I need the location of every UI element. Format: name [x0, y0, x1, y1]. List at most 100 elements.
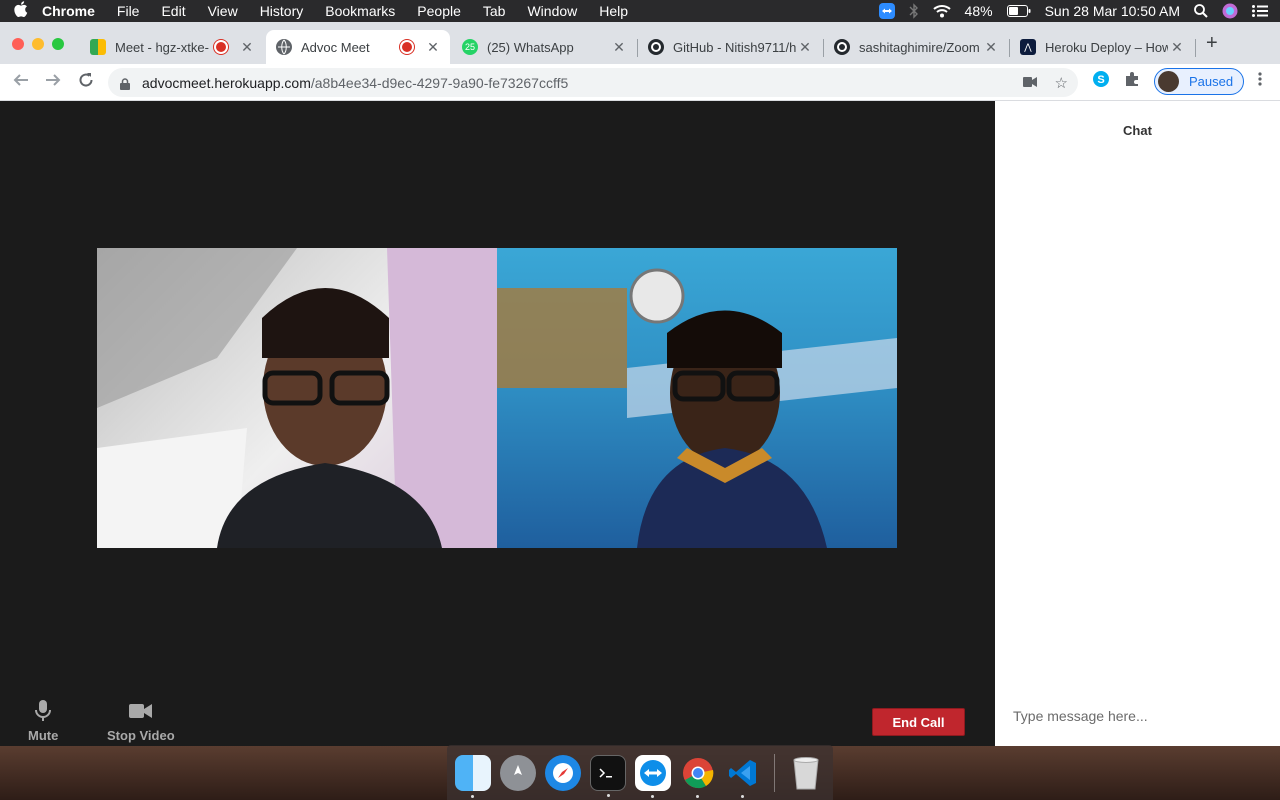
running-indicator [607, 793, 610, 797]
svg-text:S: S [1097, 74, 1104, 86]
menu-people[interactable]: People [406, 0, 472, 22]
menu-edit[interactable]: Edit [150, 0, 196, 22]
menu-bookmarks[interactable]: Bookmarks [314, 0, 406, 22]
chat-message-input[interactable] [995, 698, 1280, 734]
menubar-clock[interactable]: Sun 28 Mar 10:50 AM [1045, 3, 1180, 19]
finder-icon[interactable] [455, 754, 491, 798]
tab-title: sashitaghimire/Zoom [859, 39, 980, 55]
tab-whatsapp[interactable]: 25 (25) WhatsApp ✕ [452, 30, 636, 64]
recording-indicator-icon [216, 42, 226, 52]
chat-title: Chat [1123, 123, 1152, 138]
close-tab-icon[interactable]: ✕ [1168, 39, 1186, 56]
profile-status: Paused [1189, 74, 1234, 89]
mute-label: Mute [28, 728, 59, 743]
menu-file[interactable]: File [106, 0, 151, 22]
minimize-window-button[interactable] [32, 38, 44, 50]
tab-title: (25) WhatsApp [487, 39, 574, 55]
address-bar[interactable]: advocmeet.herokuapp.com /a8b4ee34-d9ec-4… [108, 68, 1078, 97]
recording-indicator-icon [402, 42, 412, 52]
chrome-icon[interactable] [680, 755, 716, 798]
browser-tab-strip: Meet - hgz-xtke- ✕ Advoc Meet ✕ 25 (25) … [0, 22, 1280, 64]
url-host: advocmeet.herokuapp.com [142, 74, 311, 91]
tab-github-nitish[interactable]: GitHub - Nitish9711/h ✕ [638, 30, 822, 64]
tab-google-meet[interactable]: Meet - hgz-xtke- ✕ [80, 30, 264, 64]
github-icon [834, 39, 850, 55]
stop-video-button[interactable]: Stop Video [107, 700, 175, 743]
apple-menu-icon[interactable] [0, 1, 42, 21]
terminal-icon[interactable] [590, 754, 626, 797]
trash-icon[interactable] [788, 755, 824, 791]
menu-view[interactable]: View [197, 0, 249, 22]
notification-center-icon[interactable] [1252, 5, 1268, 17]
github-icon [648, 39, 664, 55]
stop-video-label: Stop Video [107, 728, 175, 743]
extensions-puzzle-icon[interactable] [1124, 71, 1140, 92]
video-camera-icon [128, 700, 153, 722]
macos-dock [447, 745, 833, 800]
safari-icon[interactable] [545, 754, 581, 791]
end-call-button[interactable]: End Call [872, 708, 965, 736]
teamviewer-status-icon[interactable] [878, 3, 895, 19]
new-tab-icon[interactable]: + [1206, 32, 1218, 55]
whatsapp-icon: 25 [462, 39, 478, 55]
running-indicator [741, 794, 744, 798]
back-arrow-icon[interactable] [12, 71, 30, 94]
chat-panel: Chat [995, 101, 1280, 746]
skype-extension-icon[interactable]: S [1092, 70, 1110, 93]
menu-tab[interactable]: Tab [472, 0, 517, 22]
spotlight-search-icon[interactable] [1194, 4, 1208, 18]
dock-separator [774, 753, 775, 792]
launchpad-icon[interactable] [500, 754, 536, 791]
mute-button[interactable]: Mute [28, 700, 58, 743]
battery-percent: 48% [964, 3, 993, 19]
zoom-window-button[interactable] [52, 38, 64, 50]
vscode-icon[interactable] [725, 755, 761, 798]
video-stage: Mute Stop Video End Call [0, 101, 995, 746]
menu-app-chrome[interactable]: Chrome [42, 0, 106, 22]
close-tab-icon[interactable]: ✕ [982, 39, 1000, 56]
teamviewer-icon[interactable] [635, 754, 671, 798]
bookmark-star-icon[interactable]: ☆ [1055, 74, 1068, 92]
remote-video-feed [497, 248, 897, 548]
close-tab-icon[interactable]: ✕ [796, 39, 814, 56]
close-tab-icon[interactable]: ✕ [610, 39, 628, 56]
tab-heroku-deploy[interactable]: ⋀ Heroku Deploy – How ✕ [1010, 30, 1194, 64]
google-meet-icon [90, 39, 106, 55]
tab-title: Meet - hgz-xtke- [115, 39, 209, 55]
tab-title: GitHub - Nitish9711/h [673, 39, 796, 55]
tab-title: Advoc Meet [301, 39, 370, 55]
profile-button[interactable]: Paused [1154, 68, 1245, 95]
close-tab-icon[interactable]: ✕ [424, 39, 442, 56]
macos-menu-bar: Chrome File Edit View History Bookmarks … [0, 0, 1280, 22]
globe-icon [276, 39, 292, 55]
window-controls [12, 38, 64, 50]
running-indicator [696, 794, 699, 798]
lock-icon[interactable] [120, 77, 130, 90]
microphone-icon [34, 700, 52, 722]
tab-title: Heroku Deploy – How [1045, 39, 1168, 55]
bluetooth-icon[interactable] [909, 3, 919, 19]
camera-in-use-icon[interactable] [1022, 74, 1037, 92]
chrome-menu-icon[interactable] [1258, 71, 1262, 92]
reload-icon[interactable] [77, 71, 95, 94]
battery-icon[interactable] [1006, 5, 1031, 17]
tab-advoc-meet[interactable]: Advoc Meet ✕ [266, 30, 450, 64]
avatar [1158, 71, 1179, 92]
menu-history[interactable]: History [249, 0, 315, 22]
wifi-icon[interactable] [932, 4, 951, 18]
tab-separator [1195, 39, 1196, 57]
running-indicator [651, 794, 654, 798]
local-video-feed [97, 248, 497, 548]
menu-window[interactable]: Window [516, 0, 588, 22]
browser-toolbar: advocmeet.herokuapp.com /a8b4ee34-d9ec-4… [0, 64, 1280, 101]
heroku-icon: ⋀ [1020, 39, 1036, 55]
siri-icon[interactable] [1222, 3, 1238, 19]
forward-arrow-icon[interactable] [44, 71, 62, 94]
advoc-meet-page: Mute Stop Video End Call Chat [0, 101, 1280, 746]
url-path: /a8b4ee34-d9ec-4297-9a90-fe73267ccff5 [310, 74, 569, 91]
tab-github-sashitaghimire[interactable]: sashitaghimire/Zoom ✕ [824, 30, 1008, 64]
close-window-button[interactable] [12, 38, 24, 50]
running-indicator [471, 794, 474, 798]
close-tab-icon[interactable]: ✕ [238, 39, 256, 56]
menu-help[interactable]: Help [588, 0, 639, 22]
